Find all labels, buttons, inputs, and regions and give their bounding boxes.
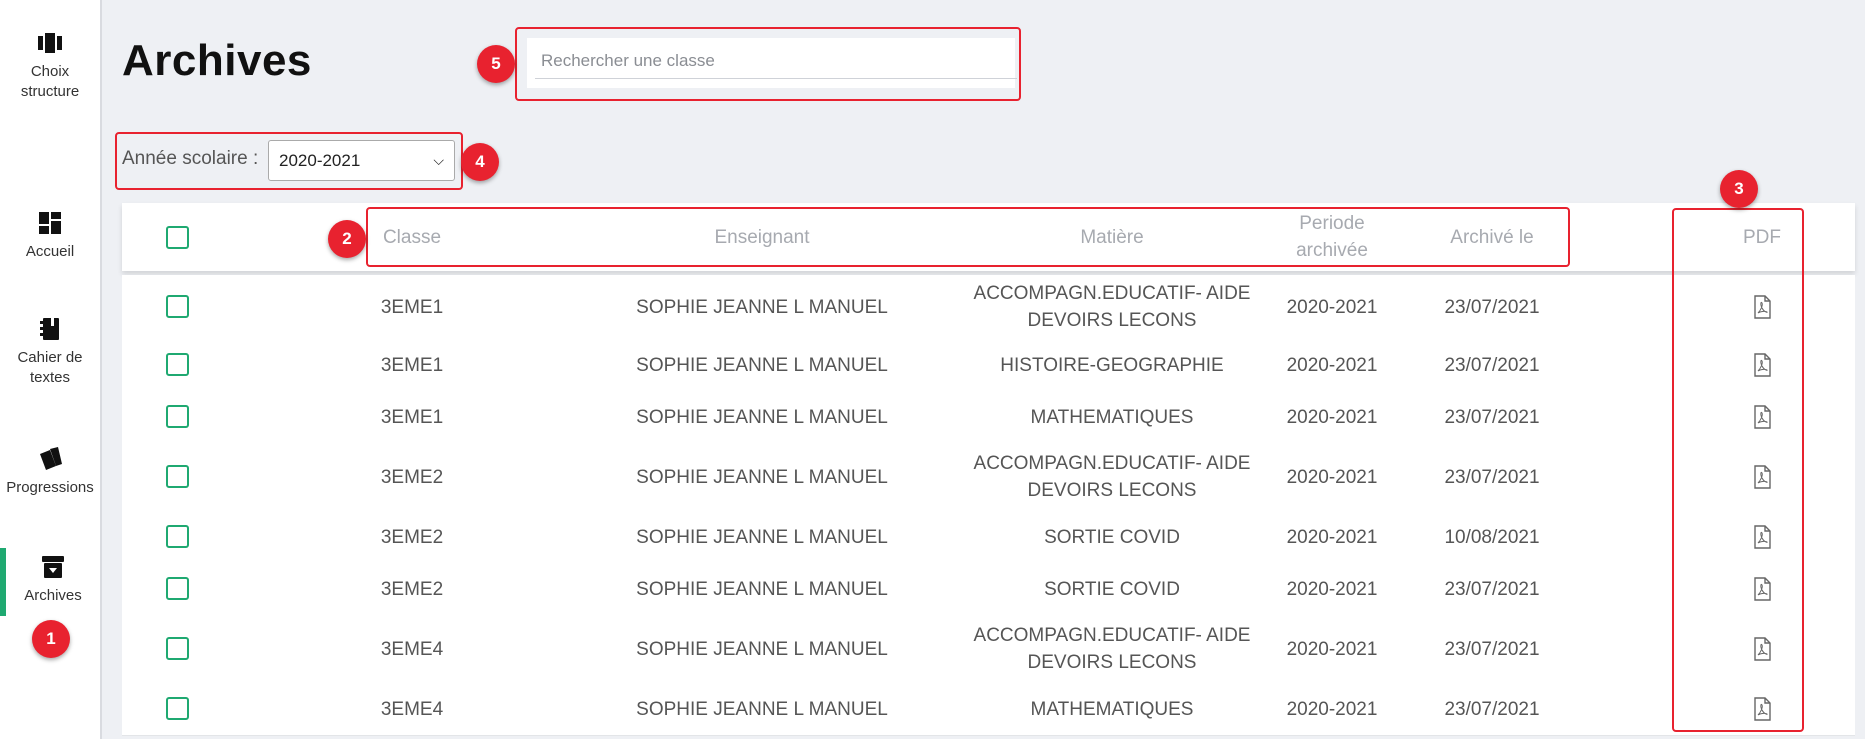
row-checkbox[interactable] — [166, 295, 189, 318]
dashboard-icon — [39, 212, 61, 234]
cell-periode: 2020-2021 — [1286, 578, 1378, 600]
cell-enseignant: SOPHIE JEANNE L MANUEL — [636, 698, 888, 720]
sidebar-item-label: Archives — [24, 587, 82, 604]
cell-date: 23/07/2021 — [1444, 638, 1540, 660]
cell-date: 23/07/2021 — [1444, 698, 1540, 720]
cell-matiere: ACCOMPAGN.EDUCATIF- AIDE DEVOIRS LECONS — [973, 453, 1251, 501]
cell-matiere: ACCOMPAGN.EDUCATIF- AIDE DEVOIRS LECONS — [973, 283, 1251, 331]
cell-date: 23/07/2021 — [1444, 578, 1540, 600]
cell-enseignant: SOPHIE JEANNE L MANUEL — [636, 354, 888, 376]
cell-matiere: SORTIE COVID — [1044, 526, 1180, 548]
cell-periode: 2020-2021 — [1286, 638, 1378, 660]
table-row: 3EME2 SOPHIE JEANNE L MANUEL SORTIE COVI… — [122, 563, 1855, 616]
cell-enseignant: SOPHIE JEANNE L MANUEL — [636, 466, 888, 488]
annotation-badge: 1 — [32, 620, 70, 658]
select-all-checkbox[interactable] — [166, 226, 189, 249]
cell-periode: 2020-2021 — [1286, 296, 1378, 318]
table-row: 3EME2 SOPHIE JEANNE L MANUEL ACCOMPAGN.E… — [122, 443, 1855, 512]
cell-date: 23/07/2021 — [1444, 296, 1540, 318]
row-checkbox[interactable] — [166, 637, 189, 660]
cell-matiere: MATHEMATIQUES — [1030, 406, 1194, 428]
annotation-box-search — [515, 27, 1021, 101]
columns-icon — [38, 33, 62, 53]
annotation-box-headers — [366, 207, 1570, 267]
table-row: 3EME1 SOPHIE JEANNE L MANUEL MATHEMATIQU… — [122, 391, 1855, 444]
cell-date: 23/07/2021 — [1444, 466, 1540, 488]
row-checkbox[interactable] — [166, 577, 189, 600]
cell-periode: 2020-2021 — [1286, 698, 1378, 720]
cell-periode: 2020-2021 — [1286, 526, 1378, 548]
annotation-badge: 3 — [1720, 170, 1758, 208]
page-title: Archives — [122, 36, 312, 85]
cell-date: 23/07/2021 — [1444, 354, 1540, 376]
sidebar-item-label: Choix structure — [20, 63, 80, 100]
cell-classe: 3EME4 — [380, 638, 444, 660]
table-row: 3EME4 SOPHIE JEANNE L MANUEL ACCOMPAGN.E… — [122, 615, 1855, 684]
cell-periode: 2020-2021 — [1286, 406, 1378, 428]
archive-icon — [42, 556, 64, 578]
cell-matiere: MATHEMATIQUES — [1030, 698, 1194, 720]
cell-enseignant: SOPHIE JEANNE L MANUEL — [636, 526, 888, 548]
cards-icon — [40, 447, 62, 470]
cell-classe: 3EME1 — [380, 406, 444, 428]
table-row: 3EME4 SOPHIE JEANNE L MANUEL MATHEMATIQU… — [122, 683, 1855, 736]
sidebar-item-accueil[interactable]: Accueil — [0, 210, 100, 262]
cell-date: 10/08/2021 — [1444, 526, 1540, 548]
cell-classe: 3EME2 — [380, 526, 444, 548]
annotation-badge: 5 — [477, 45, 515, 83]
row-checkbox[interactable] — [166, 405, 189, 428]
cell-date: 23/07/2021 — [1444, 406, 1540, 428]
cell-matiere: ACCOMPAGN.EDUCATIF- AIDE DEVOIRS LECONS — [973, 625, 1251, 673]
cell-enseignant: SOPHIE JEANNE L MANUEL — [636, 578, 888, 600]
sidebar-item-label: Progressions — [6, 479, 94, 496]
row-checkbox[interactable] — [166, 525, 189, 548]
row-checkbox[interactable] — [166, 353, 189, 376]
table-row: 3EME1 SOPHIE JEANNE L MANUEL ACCOMPAGN.E… — [122, 275, 1855, 340]
cell-enseignant: SOPHIE JEANNE L MANUEL — [636, 296, 888, 318]
cell-matiere: HISTOIRE-GEOGRAPHIE — [1000, 354, 1224, 376]
sidebar-item-archives[interactable]: Archives — [0, 548, 100, 616]
cell-enseignant: SOPHIE JEANNE L MANUEL — [636, 406, 888, 428]
row-checkbox[interactable] — [166, 697, 189, 720]
annotation-badge: 2 — [328, 220, 366, 258]
cell-classe: 3EME2 — [380, 466, 444, 488]
row-checkbox[interactable] — [166, 465, 189, 488]
sidebar-item-cahier-de-textes[interactable]: Cahier de textes — [0, 316, 100, 388]
cell-matiere: SORTIE COVID — [1044, 578, 1180, 600]
notebook-icon — [40, 318, 59, 340]
annotation-box-year — [115, 132, 463, 190]
cell-periode: 2020-2021 — [1286, 466, 1378, 488]
cell-classe: 3EME2 — [380, 578, 444, 600]
sidebar-item-progressions[interactable]: Progressions — [0, 446, 100, 498]
sidebar-item-label: Cahier de textes — [17, 349, 83, 386]
cell-periode: 2020-2021 — [1286, 354, 1378, 376]
table-row: 3EME2 SOPHIE JEANNE L MANUEL SORTIE COVI… — [122, 511, 1855, 564]
sidebar-item-choix-structure[interactable]: Choix structure — [0, 30, 100, 102]
cell-classe: 3EME1 — [380, 354, 444, 376]
annotation-box-pdf — [1672, 208, 1804, 732]
cell-enseignant: SOPHIE JEANNE L MANUEL — [636, 638, 888, 660]
sidebar-item-label: Accueil — [25, 243, 75, 260]
cell-classe: 3EME4 — [380, 698, 444, 720]
annotation-badge: 4 — [461, 143, 499, 181]
table-row: 3EME1 SOPHIE JEANNE L MANUEL HISTOIRE-GE… — [122, 339, 1855, 392]
cell-classe: 3EME1 — [380, 296, 444, 318]
